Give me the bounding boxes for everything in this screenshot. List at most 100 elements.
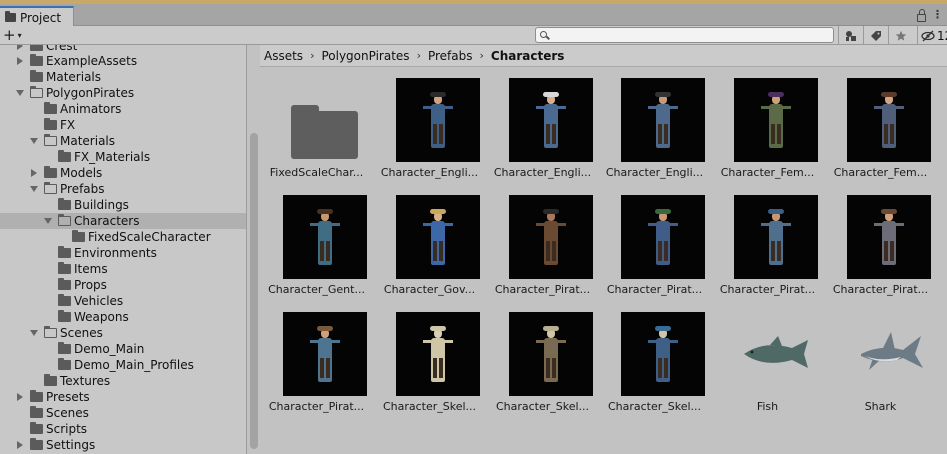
breadcrumb-prefabs[interactable]: Prefabs bbox=[428, 49, 473, 63]
scrollbar-thumb[interactable] bbox=[250, 133, 258, 449]
asset-label: Character_Pirat... bbox=[719, 283, 816, 296]
asset-prefab-tile[interactable]: Character_Engli... bbox=[373, 67, 486, 180]
tree-item-label: Scenes bbox=[60, 326, 103, 340]
asset-prefab-tile[interactable]: Character_Fem... bbox=[824, 67, 937, 180]
collapse-arrow-icon[interactable] bbox=[44, 218, 52, 224]
expand-arrow-icon[interactable] bbox=[31, 169, 37, 177]
open-folder-icon bbox=[43, 182, 57, 194]
asset-prefab-tile[interactable]: Character_Gov... bbox=[373, 184, 486, 297]
tree-item-fx-materials[interactable]: FX_Materials bbox=[0, 149, 246, 165]
tree-item-environments[interactable]: Environments bbox=[0, 245, 246, 261]
tree-item-scripts[interactable]: Scripts bbox=[0, 421, 246, 437]
tree-item-presets[interactable]: Presets bbox=[0, 389, 246, 405]
asset-label: Character_Fem... bbox=[833, 166, 928, 179]
tab-bar: Project ⋮ bbox=[0, 6, 947, 27]
asset-prefab-tile[interactable]: Character_Gent... bbox=[260, 184, 373, 297]
asset-folder-tile[interactable]: FixedScaleChar... bbox=[260, 67, 373, 180]
tree-item-buildings[interactable]: Buildings bbox=[0, 197, 246, 213]
filter-by-label-button[interactable] bbox=[863, 26, 888, 45]
tree-item-demo-main-profiles[interactable]: Demo_Main_Profiles bbox=[0, 357, 246, 373]
tree-item-label: Textures bbox=[60, 374, 111, 388]
asset-label: Character_Pirat... bbox=[606, 283, 703, 296]
asset-prefab-tile[interactable]: Character_Skel... bbox=[486, 301, 599, 414]
tree-item-label: Materials bbox=[60, 134, 116, 148]
asset-prefab-tile[interactable]: Shark bbox=[824, 301, 937, 414]
asset-label: Character_Gov... bbox=[383, 283, 476, 296]
collapse-arrow-icon[interactable] bbox=[30, 186, 38, 192]
tree-item-animators[interactable]: Animators bbox=[0, 101, 246, 117]
search-input[interactable] bbox=[535, 27, 834, 43]
asset-prefab-tile[interactable]: Character_Skel... bbox=[598, 301, 711, 414]
tree-scrollbar[interactable] bbox=[246, 45, 260, 454]
tree-item-weapons[interactable]: Weapons bbox=[0, 309, 246, 325]
asset-label: Character_Skel... bbox=[607, 400, 702, 413]
tree-item-characters[interactable]: Characters bbox=[0, 213, 246, 229]
asset-label: Shark bbox=[864, 400, 897, 413]
tree-item-fixedscalecharacter[interactable]: FixedScaleCharacter bbox=[0, 229, 246, 245]
lock-icon[interactable] bbox=[917, 9, 926, 22]
character-preview-icon bbox=[396, 78, 480, 162]
folder-tree: Crest ExampleAssets Materials PolygonPir… bbox=[0, 45, 246, 454]
tree-item-exampleassets[interactable]: ExampleAssets bbox=[0, 53, 246, 69]
folder-icon bbox=[30, 422, 43, 434]
collapse-arrow-icon[interactable] bbox=[16, 90, 24, 96]
expand-arrow-icon[interactable] bbox=[17, 57, 23, 65]
breadcrumb-assets[interactable]: Assets bbox=[264, 49, 303, 63]
collapse-arrow-icon[interactable] bbox=[30, 138, 38, 144]
create-button[interactable]: + ▾ bbox=[3, 26, 22, 44]
asset-prefab-tile[interactable]: Character_Skel... bbox=[373, 301, 486, 414]
tree-item-vehicles[interactable]: Vehicles bbox=[0, 293, 246, 309]
hidden-packages-toggle[interactable]: 12 bbox=[917, 26, 947, 45]
asset-prefab-tile[interactable]: Character_Pirat... bbox=[711, 184, 824, 297]
asset-label: Character_Fem... bbox=[720, 166, 815, 179]
expand-arrow-icon[interactable] bbox=[17, 441, 23, 449]
collapse-arrow-icon[interactable] bbox=[30, 330, 38, 336]
tree-item-fx[interactable]: FX bbox=[0, 117, 246, 133]
tree-item-props[interactable]: Props bbox=[0, 277, 246, 293]
folder-icon bbox=[30, 70, 43, 82]
tree-item-models[interactable]: Models bbox=[0, 165, 246, 181]
asset-prefab-tile[interactable]: Character_Fem... bbox=[711, 67, 824, 180]
tree-item-label: Prefabs bbox=[60, 182, 105, 196]
tree-item-materials[interactable]: Materials bbox=[0, 69, 246, 85]
tree-item-settings[interactable]: Settings bbox=[0, 437, 246, 453]
folder-icon bbox=[58, 310, 71, 322]
asset-prefab-tile[interactable]: Character_Pirat... bbox=[824, 184, 937, 297]
chevron-right-icon: › bbox=[479, 49, 484, 62]
asset-prefab-tile[interactable]: Character_Engli... bbox=[486, 67, 599, 180]
breadcrumb: Assets › PolygonPirates › Prefabs › Char… bbox=[260, 45, 947, 67]
tree-item-polygonpirates[interactable]: PolygonPirates bbox=[0, 85, 246, 101]
breadcrumb-polygonpirates[interactable]: PolygonPirates bbox=[321, 49, 409, 63]
asset-prefab-tile[interactable]: Fish bbox=[711, 301, 824, 414]
expand-arrow-icon[interactable] bbox=[17, 45, 23, 50]
tree-item-label: Presets bbox=[46, 390, 90, 404]
tree-item-scenes[interactable]: Scenes bbox=[0, 405, 246, 421]
tree-item-textures[interactable]: Textures bbox=[0, 373, 246, 389]
breadcrumb-characters[interactable]: Characters bbox=[491, 49, 565, 63]
tree-item-materials-sub[interactable]: Materials bbox=[0, 133, 246, 149]
tree-item-demo-main[interactable]: Demo_Main bbox=[0, 341, 246, 357]
folder-icon bbox=[58, 342, 71, 354]
favorite-button[interactable] bbox=[888, 26, 913, 45]
expand-arrow-icon[interactable] bbox=[17, 393, 23, 401]
chevron-right-icon: › bbox=[416, 49, 421, 62]
tree-item-label: Props bbox=[74, 278, 107, 292]
filter-by-type-button[interactable] bbox=[838, 26, 863, 45]
open-folder-icon bbox=[57, 214, 71, 226]
plus-icon: + bbox=[3, 26, 16, 44]
hidden-count-label: 12 bbox=[937, 28, 947, 43]
tree-item-items[interactable]: Items bbox=[0, 261, 246, 277]
asset-prefab-tile[interactable]: Character_Pirat... bbox=[260, 301, 373, 414]
asset-prefab-tile[interactable]: Character_Pirat... bbox=[598, 184, 711, 297]
tree-item-prefabs[interactable]: Prefabs bbox=[0, 181, 246, 197]
folder-icon bbox=[58, 278, 71, 290]
folder-icon bbox=[44, 102, 57, 114]
character-preview-icon bbox=[283, 312, 367, 396]
asset-prefab-tile[interactable]: Character_Engli... bbox=[598, 67, 711, 180]
tree-item-scenes-sub[interactable]: Scenes bbox=[0, 325, 246, 341]
asset-prefab-tile[interactable]: Character_Pirat... bbox=[486, 184, 599, 297]
tab-project[interactable]: Project bbox=[0, 6, 74, 27]
kebab-menu-icon[interactable]: ⋮ bbox=[932, 9, 943, 22]
tree-item-label: Crest bbox=[46, 45, 78, 53]
tree-item-label: Scripts bbox=[46, 422, 88, 436]
